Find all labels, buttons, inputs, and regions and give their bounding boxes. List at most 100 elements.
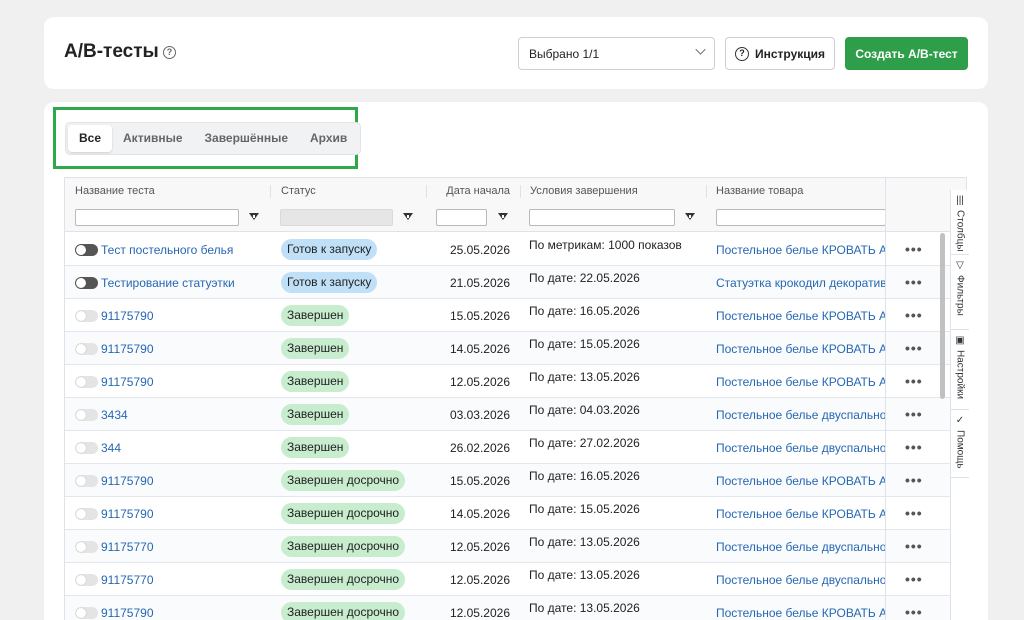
test-name-link[interactable]: 3434 — [101, 408, 128, 422]
product-link[interactable]: Постельное белье двуспальное — [716, 441, 886, 455]
side-panel-filter-button[interactable]: ▽ Фильтры — [951, 255, 969, 330]
filter-funnel-icon[interactable] — [498, 213, 508, 220]
table-row[interactable]: 91175770 Завершен досрочно 12.05.2026 По да… — [65, 530, 966, 563]
active-toggle[interactable] — [75, 310, 98, 322]
start-date: 25.05.2026 — [449, 243, 510, 257]
table-row[interactable]: 91175790 Завершен 15.05.2026 По дате: 16.05… — [65, 299, 966, 332]
table-row[interactable]: 91175790 Завершен досрочно 14.05.2026 По да… — [65, 497, 966, 530]
status-badge: Завершен — [281, 404, 350, 425]
filter-funnel-icon[interactable] — [685, 213, 695, 220]
row-actions-menu-icon[interactable]: ••• — [905, 274, 923, 290]
test-name-link[interactable]: 91175790 — [101, 474, 154, 488]
create-ab-test-button[interactable]: Создать А/В-тест — [845, 37, 968, 70]
tab-1[interactable]: Активные — [112, 125, 193, 152]
table-row[interactable]: 91175770 Завершен досрочно 12.05.2026 По да… — [65, 563, 966, 596]
end-condition: По дате: 04.03.2026 — [529, 403, 640, 417]
vertical-scrollbar[interactable] — [940, 233, 945, 399]
project-select[interactable]: Выбрано 1/1 — [518, 37, 715, 70]
table-row[interactable]: 344 Завершен 26.02.2026 По дате: 27.02.2026… — [65, 431, 966, 464]
side-panel-label: Фильтры — [954, 275, 966, 316]
help-icon[interactable]: ? — [163, 46, 176, 59]
side-panel-check-button[interactable]: ✓ Помощь — [951, 410, 969, 478]
row-actions-menu-icon[interactable]: ••• — [905, 439, 923, 455]
active-toggle[interactable] — [75, 541, 98, 553]
table-row[interactable]: 91175790 Завершен 12.05.2026 По дате: 13.05… — [65, 365, 966, 398]
active-toggle[interactable] — [75, 475, 98, 487]
active-toggle[interactable] — [75, 442, 98, 454]
table-row[interactable]: 91175790 Завершен досрочно 15.05.2026 По да… — [65, 464, 966, 497]
filter-conditions-input[interactable] — [529, 209, 675, 226]
active-toggle[interactable] — [75, 244, 98, 256]
active-toggle[interactable] — [75, 508, 98, 520]
product-link[interactable]: Постельное белье двуспальное — [716, 573, 886, 587]
table-row[interactable]: Тест постельного белья Готов к запуску 25.… — [65, 233, 966, 266]
filter-name-input[interactable] — [75, 209, 239, 226]
product-link[interactable]: Постельное белье двуспальное — [716, 540, 886, 554]
row-actions-menu-icon[interactable]: ••• — [905, 373, 923, 389]
product-link[interactable]: Постельное белье КРОВАТЬ АА — [716, 309, 886, 323]
test-name-link[interactable]: 91175790 — [101, 507, 154, 521]
filter-funnel-icon[interactable] — [403, 213, 413, 220]
column-header-product[interactable]: Название товара — [706, 178, 886, 205]
end-condition: По дате: 22.05.2026 — [529, 271, 640, 285]
active-toggle[interactable] — [75, 343, 98, 355]
status-badge: Готов к запуску — [281, 239, 378, 260]
test-name-link[interactable]: 344 — [101, 441, 121, 455]
table-row[interactable]: 91175790 Завершен 14.05.2026 По дате: 15.05… — [65, 332, 966, 365]
row-actions-menu-icon[interactable]: ••• — [905, 307, 923, 323]
side-panel-columns-button[interactable]: ||| Столбцы — [951, 190, 969, 255]
product-link[interactable]: Постельное белье КРОВАТЬ АА — [716, 375, 886, 389]
side-panel-settings-button[interactable]: ▣ Настройки — [951, 330, 969, 410]
filter-product-input[interactable] — [716, 209, 886, 226]
end-condition: По дате: 16.05.2026 — [529, 469, 640, 483]
row-actions-menu-icon[interactable]: ••• — [905, 538, 923, 554]
row-actions-menu-icon[interactable]: ••• — [905, 505, 923, 521]
tab-3[interactable]: Архив — [299, 125, 358, 152]
test-name-link[interactable]: 91175770 — [101, 573, 154, 587]
test-name-link[interactable]: Тест постельного белья — [101, 243, 233, 257]
status-badge: Завершен — [281, 305, 350, 326]
product-link[interactable]: Постельное белье КРОВАТЬ АА — [716, 606, 886, 620]
filter-icon: ▽ — [956, 260, 964, 271]
instruction-button[interactable]: ? Инструкция — [725, 37, 835, 70]
active-toggle[interactable] — [75, 607, 98, 619]
table-row[interactable]: Тестирование статуэтки Готов к запуску 21.… — [65, 266, 966, 299]
column-header-conditions[interactable]: Условия завершения — [520, 178, 705, 205]
test-name-link[interactable]: 91175770 — [101, 540, 154, 554]
column-header-status[interactable]: Статус — [271, 178, 425, 205]
product-link[interactable]: Постельное белье двуспальное — [716, 408, 886, 422]
tab-0[interactable]: Все — [68, 125, 113, 152]
row-actions-menu-icon[interactable]: ••• — [905, 241, 923, 257]
active-toggle[interactable] — [75, 409, 98, 421]
product-link[interactable]: Статуэтка крокодил декоратив — [716, 276, 886, 290]
product-link[interactable]: Постельное белье КРОВАТЬ АА — [716, 474, 886, 488]
test-name-link[interactable]: 91175790 — [101, 606, 154, 620]
product-link[interactable]: Постельное белье КРОВАТЬ АА — [716, 243, 886, 257]
active-toggle[interactable] — [75, 376, 98, 388]
status-tabs: Все Активные Завершённые Архив — [65, 122, 362, 155]
tab-2[interactable]: Завершённые — [194, 125, 300, 152]
product-link[interactable]: Постельное белье КРОВАТЬ АА — [716, 342, 886, 356]
test-name-link[interactable]: 91175790 — [101, 342, 154, 356]
test-name-link[interactable]: 91175790 — [101, 309, 154, 323]
column-header-start-date[interactable]: Дата начала — [427, 178, 512, 205]
table-row[interactable]: 91175790 Завершен досрочно 12.05.2026 По да… — [65, 596, 966, 620]
main-card: Все Активные Завершённые Архив Название тес… — [44, 102, 988, 620]
table-row[interactable]: 3434 Завершен 03.03.2026 По дате: 04.03.202… — [65, 398, 966, 431]
end-condition: По дате: 27.02.2026 — [529, 436, 640, 450]
row-actions-menu-icon[interactable]: ••• — [905, 406, 923, 422]
test-name-link[interactable]: Тестирование статуэтки — [101, 276, 235, 290]
active-toggle[interactable] — [75, 277, 98, 289]
end-condition: По дате: 15.05.2026 — [529, 502, 640, 516]
filter-status-input[interactable] — [280, 209, 393, 226]
column-header-name[interactable]: Название теста — [65, 178, 270, 205]
row-actions-menu-icon[interactable]: ••• — [905, 472, 923, 488]
filter-funnel-icon[interactable] — [249, 213, 259, 220]
row-actions-menu-icon[interactable]: ••• — [905, 604, 923, 620]
row-actions-menu-icon[interactable]: ••• — [905, 340, 923, 356]
row-actions-menu-icon[interactable]: ••• — [905, 571, 923, 587]
filter-start-date-input[interactable] — [436, 209, 487, 226]
product-link[interactable]: Постельное белье КРОВАТЬ АА — [716, 507, 886, 521]
test-name-link[interactable]: 91175790 — [101, 375, 154, 389]
active-toggle[interactable] — [75, 574, 98, 586]
